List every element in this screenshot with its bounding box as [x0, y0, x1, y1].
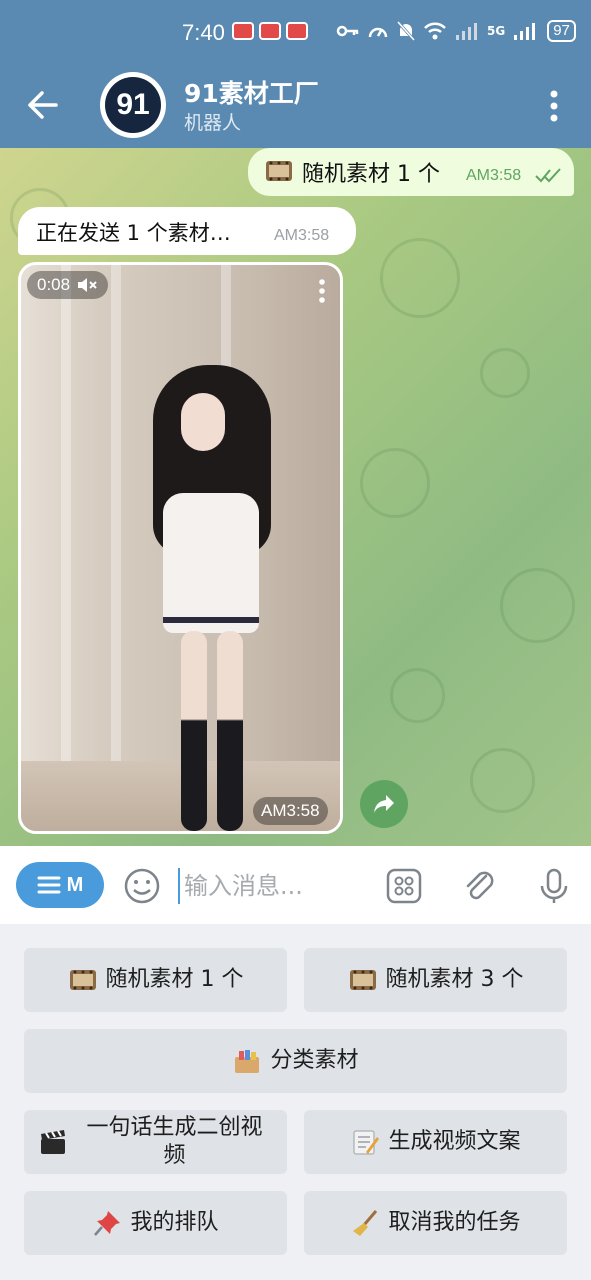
microphone-icon[interactable] — [534, 866, 574, 906]
wallpaper-doodle — [470, 748, 535, 813]
keyboard-button-my-queue[interactable]: 我的排队 — [24, 1191, 287, 1255]
keyboard-button-label: 一句话生成二创视频 — [86, 1115, 263, 1168]
back-arrow-icon[interactable] — [22, 84, 64, 126]
wallpaper-doodle — [360, 448, 430, 518]
video-duration-badge[interactable]: 0:08 — [27, 271, 109, 299]
keyboard-button-label: 分类素材 — [270, 1048, 359, 1073]
video-thumbnail-figure — [163, 493, 259, 633]
outgoing-message[interactable]: 随机素材 1 个 AM3:58 — [248, 148, 574, 196]
wallpaper-doodle — [500, 568, 575, 643]
video-thumbnail-figure — [181, 631, 207, 831]
chat-header: 91 91素材工厂 机器人 — [0, 64, 591, 148]
speed-icon — [368, 27, 388, 38]
mute-bell-icon — [396, 21, 416, 41]
emoji-icon[interactable] — [122, 866, 162, 906]
avatar[interactable]: 91 — [100, 72, 166, 138]
chat-area[interactable]: 随机素材 1 个 AM3:58 正在发送 1 个素材… AM3:58 0:08 — [0, 148, 591, 846]
signal-icon — [456, 23, 477, 40]
keyboard-button-generate-copy[interactable]: 生成视频文案 — [304, 1110, 567, 1174]
status-time: 7:40 — [182, 20, 225, 45]
keyboard-button-categories[interactable]: 分类素材 — [24, 1029, 567, 1093]
clapper-icon — [41, 1130, 65, 1154]
broom-icon — [353, 1210, 378, 1236]
film-reel-icon — [69, 970, 96, 990]
notification-icons — [232, 22, 308, 40]
signal-icon — [514, 23, 536, 40]
message-input-bar: M — [0, 846, 591, 924]
keyboard-button-label: 生成视频文案 — [388, 1129, 521, 1154]
wallpaper-doodle — [480, 348, 530, 398]
wifi-icon — [424, 22, 446, 40]
message-text: 随机素材 1 个 — [302, 162, 440, 187]
battery-indicator: 97 — [547, 20, 576, 42]
avatar-text: 91 — [105, 77, 161, 133]
video-thumbnail-fold — [111, 265, 121, 831]
forward-button[interactable] — [360, 780, 408, 828]
double-check-icon — [535, 168, 561, 183]
video-duration: 0:08 — [37, 275, 71, 294]
message-text: 正在发送 1 个素材… — [36, 221, 231, 245]
keyboard-button-generate-video[interactable]: 一句话生成二创视频 — [24, 1110, 287, 1174]
more-vertical-icon[interactable] — [540, 86, 568, 126]
status-bar: 7:40 5G 97 — [0, 0, 591, 64]
memo-icon — [353, 1130, 380, 1155]
video-thumbnail-figure — [163, 617, 259, 623]
keyboard-grid-icon[interactable] — [384, 866, 424, 906]
paperclip-icon[interactable] — [460, 866, 500, 906]
network-type: 5G — [487, 24, 506, 38]
notification-icon — [286, 22, 308, 40]
keyboard-button-random-1[interactable]: 随机素材 1 个 — [24, 948, 287, 1012]
key-icon — [336, 25, 359, 37]
system-icons: 5G 97 — [336, 20, 576, 42]
message-input[interactable] — [178, 868, 368, 904]
film-reel-icon — [266, 161, 292, 181]
keyboard-button-label: 随机素材 1 个 — [105, 967, 244, 992]
video-thumbnail-figure — [217, 631, 243, 831]
keyboard-button-random-3[interactable]: 随机素材 3 个 — [304, 948, 567, 1012]
forward-arrow-icon — [374, 795, 394, 813]
chat-title[interactable]: 91素材工厂 — [184, 74, 319, 110]
keyboard-button-label: 取消我的任务 — [388, 1210, 521, 1235]
hamburger-icon — [37, 876, 61, 894]
pushpin-icon — [94, 1211, 121, 1236]
wallpaper-doodle — [380, 238, 460, 318]
card-box-icon — [235, 1050, 260, 1073]
video-message[interactable]: 0:08 AM3:58 — [18, 262, 343, 834]
incoming-message[interactable]: 正在发送 1 个素材… AM3:58 — [18, 207, 356, 255]
bot-keyboard: 随机素材 1 个 随机素材 3 个 分类素材 一句话生成二创视频 生成视频文案 … — [0, 924, 591, 1280]
bot-menu-label: M — [66, 873, 84, 896]
bot-menu-button[interactable]: M — [16, 862, 104, 908]
more-vertical-icon[interactable] — [313, 277, 331, 305]
notification-icon — [259, 22, 281, 40]
message-time: AM3:58 — [274, 227, 330, 244]
message-time: AM3:58 — [466, 167, 522, 184]
chat-subtitle: 机器人 — [184, 112, 242, 134]
notification-icon — [232, 22, 254, 40]
keyboard-button-label: 我的排队 — [130, 1210, 219, 1235]
film-reel-icon — [349, 970, 376, 990]
video-thumbnail-figure — [181, 393, 225, 451]
video-thumbnail-fold — [61, 265, 71, 831]
keyboard-button-cancel-task[interactable]: 取消我的任务 — [304, 1191, 567, 1255]
message-time: AM3:58 — [253, 797, 328, 825]
muted-speaker-icon — [78, 278, 97, 292]
keyboard-button-label: 随机素材 3 个 — [385, 967, 524, 992]
wallpaper-doodle — [390, 668, 445, 723]
